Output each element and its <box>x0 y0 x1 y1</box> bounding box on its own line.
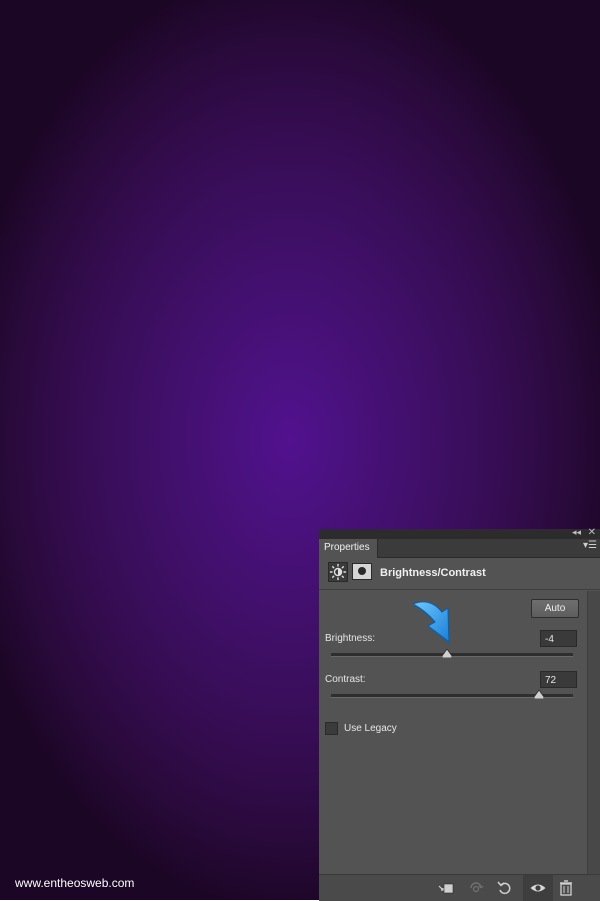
panel-header: Brightness/Contrast <box>319 558 600 590</box>
layer-mask-icon[interactable] <box>352 563 372 580</box>
brightness-slider-thumb[interactable] <box>442 649 453 658</box>
tab-properties[interactable]: Properties <box>319 539 378 558</box>
close-icon[interactable]: ✕ <box>588 527 596 538</box>
panel-tabbar: Properties ▾☰ <box>319 539 600 558</box>
contrast-slider-thumb[interactable] <box>534 690 545 699</box>
panel-menu-icon[interactable]: ▾☰ <box>583 540 597 551</box>
panel-title: Brightness/Contrast <box>380 567 486 579</box>
brightness-slider[interactable] <box>331 649 573 658</box>
brightness-label: Brightness: <box>325 633 376 644</box>
sun-icon <box>329 563 347 581</box>
trash-icon[interactable] <box>557 879 575 897</box>
brightness-input[interactable]: -4 <box>540 630 577 647</box>
use-legacy-checkbox[interactable] <box>325 722 338 735</box>
clip-to-layer-icon[interactable] <box>437 879 455 897</box>
contrast-slider[interactable] <box>331 690 573 699</box>
contrast-input[interactable]: 72 <box>540 671 577 688</box>
blue-arrow-icon <box>411 601 450 644</box>
eye-icon[interactable] <box>529 879 547 897</box>
panel-scrollbar[interactable] <box>587 591 600 876</box>
use-legacy-label: Use Legacy <box>344 723 397 734</box>
reset-icon[interactable] <box>496 879 514 897</box>
watermark: www.entheosweb.com <box>15 876 135 890</box>
collapse-icon[interactable]: ◂◂ <box>572 527 581 538</box>
contrast-label: Contrast: <box>325 674 366 685</box>
panel-footer <box>319 874 600 901</box>
view-previous-state-icon[interactable] <box>467 879 485 897</box>
auto-button[interactable]: Auto <box>531 599 579 618</box>
panel-titlebar: ◂◂ ✕ <box>319 527 600 539</box>
properties-panel: ◂◂ ✕ Properties ▾☰ Brightness/Contrast A… <box>319 527 600 901</box>
brightness-contrast-icon[interactable] <box>328 562 348 582</box>
